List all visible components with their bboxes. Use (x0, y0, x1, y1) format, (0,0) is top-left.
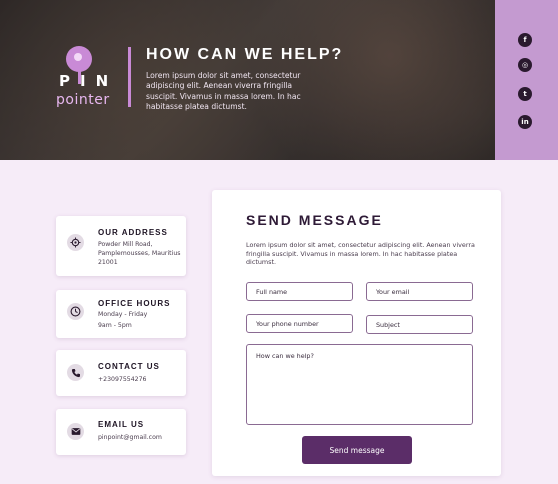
subject-input[interactable] (366, 315, 473, 334)
office-hours-title: OFFICE HOURS (98, 299, 171, 308)
address-text: Powder Mill Road, Pamplemousses, Mauriti… (98, 241, 181, 266)
send-message-button[interactable]: Send message (302, 436, 412, 464)
mail-icon (67, 423, 84, 440)
address-title: OUR ADDRESS (98, 228, 168, 237)
phone-icon (67, 364, 84, 381)
social-sidebar: f ◎ t in (495, 0, 558, 160)
hero-title: HOW CAN WE HELP? (146, 46, 344, 63)
contact-title: CONTACT US (98, 362, 160, 371)
address-card: OUR ADDRESS Powder Mill Road, Pamplemous… (56, 216, 186, 276)
hero-divider (128, 47, 131, 107)
form-title: SEND MESSAGE (246, 212, 383, 228)
email-card: EMAIL US pinpoint@gmail.com (56, 409, 186, 455)
clock-icon (67, 303, 84, 320)
email-address[interactable]: pinpoint@gmail.com (98, 433, 182, 442)
form-description: Lorem ipsum dolor sit amet, consectetur … (246, 241, 475, 266)
logo-pin-text: PIN (59, 72, 119, 90)
hero-banner: PIN pointer HOW CAN WE HELP? Lorem ipsum… (0, 0, 558, 160)
email-input[interactable] (366, 282, 473, 301)
location-icon (67, 234, 84, 251)
hero-description: Lorem ipsum dolor sit amet, consectetur … (146, 71, 301, 112)
office-hours-time: 9am - 5pm (98, 322, 132, 329)
logo-wordmark: pointer (56, 92, 110, 108)
office-hours-days: Monday - Friday (98, 311, 148, 318)
linkedin-icon[interactable]: in (518, 115, 532, 129)
message-textarea[interactable] (246, 344, 473, 425)
contact-card: CONTACT US +23097554276 (56, 350, 186, 396)
email-title: EMAIL US (98, 420, 145, 429)
full-name-input[interactable] (246, 282, 353, 301)
contact-phone[interactable]: +23097554276 (98, 375, 182, 384)
pin-icon (66, 46, 92, 72)
twitter-icon[interactable]: t (518, 87, 532, 101)
office-hours-card: OFFICE HOURS Monday - Friday 9am - 5pm (56, 290, 186, 338)
facebook-icon[interactable]: f (518, 33, 532, 47)
instagram-icon[interactable]: ◎ (518, 58, 532, 72)
phone-input[interactable] (246, 314, 353, 333)
